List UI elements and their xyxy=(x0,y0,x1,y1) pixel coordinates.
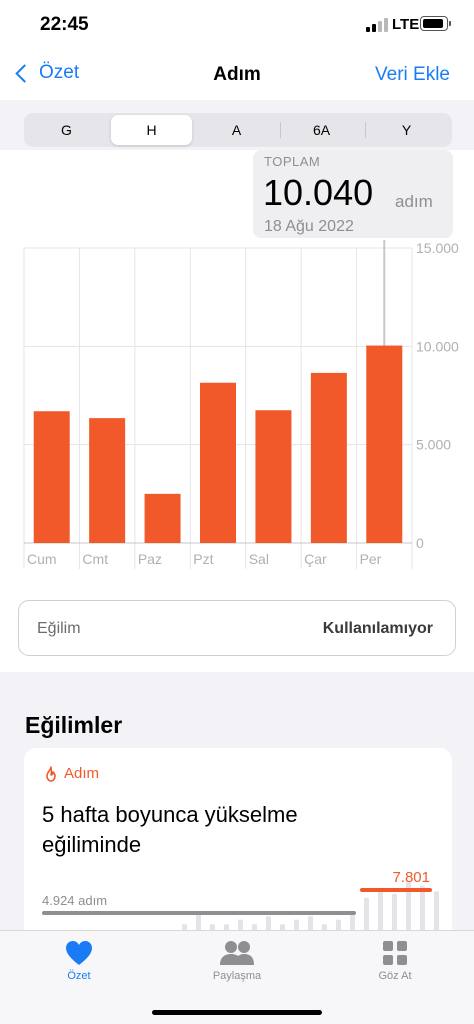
x-tick-label: Sal xyxy=(249,551,269,567)
grid-icon xyxy=(383,941,407,965)
battery-icon xyxy=(420,16,451,31)
y-tick-label: 0 xyxy=(416,535,424,551)
y-tick-label: 10.000 xyxy=(416,338,459,354)
callout-date: 18 Ağu 2022 xyxy=(264,218,354,235)
bar-sal xyxy=(255,410,292,543)
trend-row[interactable]: Eğilim Kullanılamıyor xyxy=(18,600,456,656)
x-tick-label: Pzt xyxy=(193,551,213,567)
x-tick-label: Paz xyxy=(138,551,162,567)
card-headline: 5 hafta boyunca yükselme eğiliminde xyxy=(42,802,298,857)
bar-cmt xyxy=(89,418,126,543)
range-segmented-control: G H A 6A Y xyxy=(24,113,452,147)
card-category-label: Adım xyxy=(64,765,100,782)
tab-summary[interactable]: Özet xyxy=(19,939,139,982)
bar-paz xyxy=(144,493,181,543)
callout-value: 10.040 xyxy=(263,172,374,213)
tab-browse-label: Göz At xyxy=(378,970,412,982)
range-tab-6month[interactable]: 6A xyxy=(281,115,362,145)
flame-icon xyxy=(46,765,56,782)
bar-çar xyxy=(310,372,347,543)
range-tab-month[interactable]: A xyxy=(196,115,277,145)
network-label: LTE xyxy=(392,16,420,33)
x-tick-label: Cum xyxy=(27,551,57,567)
x-tick-label: Cmt xyxy=(82,551,108,567)
range-tab-week[interactable]: H xyxy=(111,115,192,145)
bar-cum xyxy=(33,411,70,543)
current-average-label: 7.801 xyxy=(392,869,430,886)
tab-sharing[interactable]: Paylaşma xyxy=(177,939,297,982)
tab-sharing-label: Paylaşma xyxy=(212,970,262,982)
tab-summary-label: Özet xyxy=(67,970,91,982)
current-average-bar xyxy=(360,888,432,892)
trend-label: Eğilim xyxy=(37,620,81,637)
callout-label: TOPLAM xyxy=(264,154,321,169)
x-tick-label: Per xyxy=(360,551,382,567)
range-tab-day[interactable]: G xyxy=(26,115,107,145)
y-tick-label: 5.000 xyxy=(416,437,451,453)
bar-pzt xyxy=(200,382,236,543)
previous-average-bar xyxy=(42,911,356,915)
status-time: 22:45 xyxy=(40,14,89,35)
tab-browse[interactable]: Göz At xyxy=(335,939,455,982)
total-callout: TOPLAM 10.040 adım 18 Ağu 2022 xyxy=(253,150,453,238)
x-tick-label: Çar xyxy=(304,551,327,567)
trend-card[interactable]: Adım 5 hafta boyunca yükselme eğiliminde… xyxy=(24,748,452,948)
heart-icon xyxy=(66,941,92,965)
previous-average-label: 4.924 adım xyxy=(42,893,108,908)
y-tick-label: 15.000 xyxy=(416,240,459,256)
add-data-button[interactable]: Veri Ekle xyxy=(375,64,450,86)
bar-per xyxy=(366,345,403,543)
callout-unit: adım xyxy=(395,192,433,211)
people-icon xyxy=(220,941,254,965)
steps-bar-chart[interactable]: 0 5.000 10.000 15.000 Cum Cmt Paz Pzt Sal Çar Per xyxy=(0,240,474,570)
signal-icon xyxy=(366,18,388,32)
card-category: Adım xyxy=(44,765,99,782)
home-indicator xyxy=(152,1010,322,1015)
range-tab-year[interactable]: Y xyxy=(366,115,447,145)
trends-section-title: Eğilimler xyxy=(25,712,123,738)
trend-value: Kullanılamıyor xyxy=(322,620,433,637)
